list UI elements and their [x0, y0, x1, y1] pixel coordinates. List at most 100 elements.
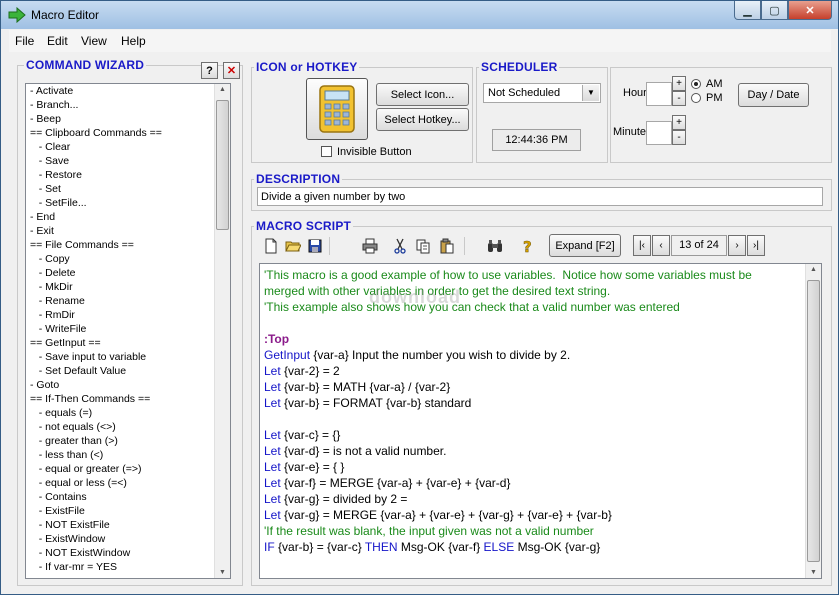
maximize-button[interactable]: ▢: [761, 1, 788, 20]
prev-page-button[interactable]: ‹: [652, 235, 670, 256]
description-input[interactable]: Divide a given number by two: [257, 187, 823, 206]
select-hotkey-button[interactable]: Select Hotkey...: [376, 108, 469, 131]
new-file-button[interactable]: [260, 235, 282, 257]
scroll-up-icon[interactable]: ▲: [806, 266, 821, 273]
command-list-item[interactable]: - not equals (<>): [26, 420, 230, 434]
command-list-item[interactable]: - equals (=): [26, 406, 230, 420]
command-list-item[interactable]: - MkDir: [26, 280, 230, 294]
save-button[interactable]: [304, 235, 326, 257]
script-token: {var-g} = divided by 2 =: [280, 492, 408, 506]
menu-help[interactable]: Help: [121, 34, 146, 48]
open-file-button[interactable]: [282, 235, 304, 257]
close-button[interactable]: ✕: [788, 1, 832, 20]
scissors-icon: [394, 238, 406, 254]
menu-file[interactable]: File: [15, 34, 34, 48]
command-list[interactable]: - Activate - Branch... - Beep == Clipboard …: [25, 83, 231, 579]
command-list-item[interactable]: - Restore: [26, 168, 230, 182]
command-list-item[interactable]: - Clear: [26, 140, 230, 154]
menu-view[interactable]: View: [81, 34, 107, 48]
command-list-item[interactable]: - Rename: [26, 294, 230, 308]
command-list-item[interactable]: - WriteFile: [26, 322, 230, 336]
command-list-item[interactable]: - Branch...: [26, 98, 230, 112]
command-list-item[interactable]: - End: [26, 210, 230, 224]
command-list-item[interactable]: - ExistWindow: [26, 532, 230, 546]
chevron-down-icon[interactable]: ▼: [582, 85, 599, 101]
macro-icon-button[interactable]: [306, 78, 368, 140]
command-list-item[interactable]: - NOT ExistWindow: [26, 546, 230, 560]
paste-button[interactable]: [436, 235, 458, 257]
chevron-left-icon: ‹: [659, 240, 663, 251]
command-list-item[interactable]: - Copy: [26, 252, 230, 266]
command-list-item[interactable]: - Goto: [26, 378, 230, 392]
hour-decrement-button[interactable]: -: [672, 91, 686, 106]
title-bar[interactable]: Macro Editor ▁ ▢ ✕: [1, 1, 838, 29]
command-list-item[interactable]: - less than (<): [26, 448, 230, 462]
pm-radio[interactable]: [691, 93, 701, 103]
command-list-item[interactable]: == GetInput ==: [26, 336, 230, 350]
schedule-select[interactable]: Not Scheduled ▼: [483, 83, 601, 103]
script-line: Let {var-c} = {}: [260, 427, 821, 443]
wizard-help-button[interactable]: ?: [201, 62, 218, 79]
script-token: Let: [264, 444, 281, 458]
script-token: Let: [264, 428, 281, 442]
script-token: Let: [264, 364, 281, 378]
script-token: Let: [264, 380, 281, 394]
minute-decrement-button[interactable]: -: [672, 130, 686, 145]
command-list-item[interactable]: == File Commands ==: [26, 238, 230, 252]
minute-input[interactable]: [646, 121, 672, 145]
command-list-item[interactable]: - equal or greater (=>): [26, 462, 230, 476]
command-list-item[interactable]: - If var-mr = YES: [26, 560, 230, 574]
command-list-item[interactable]: - NOT ExistFile: [26, 518, 230, 532]
script-line: Let {var-d} = is not a valid number.: [260, 443, 821, 459]
script-scroll-thumb[interactable]: [807, 280, 820, 562]
find-button[interactable]: [484, 235, 506, 257]
command-list-scrollbar[interactable]: ▲ ▼: [214, 84, 230, 578]
minute-increment-button[interactable]: +: [672, 115, 686, 130]
command-list-item[interactable]: - greater than (>): [26, 434, 230, 448]
scroll-thumb[interactable]: [216, 100, 229, 230]
command-list-item[interactable]: - equal or less (=<): [26, 476, 230, 490]
command-list-item[interactable]: - Exit: [26, 224, 230, 238]
command-list-item[interactable]: - Set Default Value: [26, 364, 230, 378]
first-page-button[interactable]: |‹: [633, 235, 651, 256]
menu-edit[interactable]: Edit: [47, 34, 68, 48]
day-date-button[interactable]: Day / Date: [738, 83, 809, 107]
close-icon: ✕: [226, 65, 237, 77]
scroll-down-icon[interactable]: ▼: [215, 569, 230, 576]
pm-label: PM: [706, 92, 723, 104]
icon-hotkey-title: ICON or HOTKEY: [254, 60, 360, 74]
print-button[interactable]: [359, 235, 381, 257]
wizard-close-button[interactable]: ✕: [223, 62, 240, 79]
command-list-item[interactable]: - Activate: [26, 84, 230, 98]
am-radio[interactable]: [691, 79, 701, 89]
next-page-button[interactable]: ›: [728, 235, 746, 256]
expand-button[interactable]: Expand [F2]: [549, 234, 621, 257]
scroll-down-icon[interactable]: ▼: [806, 569, 821, 576]
script-line: IF {var-b} = {var-c} THEN Msg-OK {var-f}…: [260, 539, 821, 555]
command-list-item[interactable]: - Set: [26, 182, 230, 196]
command-list-item[interactable]: - SetFile...: [26, 196, 230, 210]
command-list-item[interactable]: - RmDir: [26, 308, 230, 322]
command-list-item[interactable]: == Clipboard Commands ==: [26, 126, 230, 140]
copy-button[interactable]: [412, 235, 434, 257]
command-list-item[interactable]: - Contains: [26, 490, 230, 504]
hour-input[interactable]: [646, 82, 672, 106]
last-page-button[interactable]: ›|: [747, 235, 765, 256]
command-list-item[interactable]: - Beep: [26, 112, 230, 126]
scroll-up-icon[interactable]: ▲: [215, 86, 230, 93]
help-button[interactable]: ?: [516, 235, 538, 257]
hour-increment-button[interactable]: +: [672, 76, 686, 91]
script-token: {var-c} = {}: [280, 428, 341, 442]
invisible-button-checkbox[interactable]: [321, 146, 332, 157]
command-list-item[interactable]: - Save: [26, 154, 230, 168]
command-list-item[interactable]: == If-Then Commands ==: [26, 392, 230, 406]
script-token: 'This example also shows how you can che…: [264, 300, 680, 314]
cut-button[interactable]: [389, 235, 411, 257]
select-icon-button[interactable]: Select Icon...: [376, 83, 469, 106]
command-list-item[interactable]: - Delete: [26, 266, 230, 280]
command-list-item[interactable]: - Save input to variable: [26, 350, 230, 364]
script-scrollbar[interactable]: ▲ ▼: [805, 264, 821, 578]
minimize-button[interactable]: ▁: [734, 1, 761, 20]
command-list-item[interactable]: - ExistFile: [26, 504, 230, 518]
macro-script-editor[interactable]: 'This macro is a good example of how to …: [259, 263, 822, 579]
